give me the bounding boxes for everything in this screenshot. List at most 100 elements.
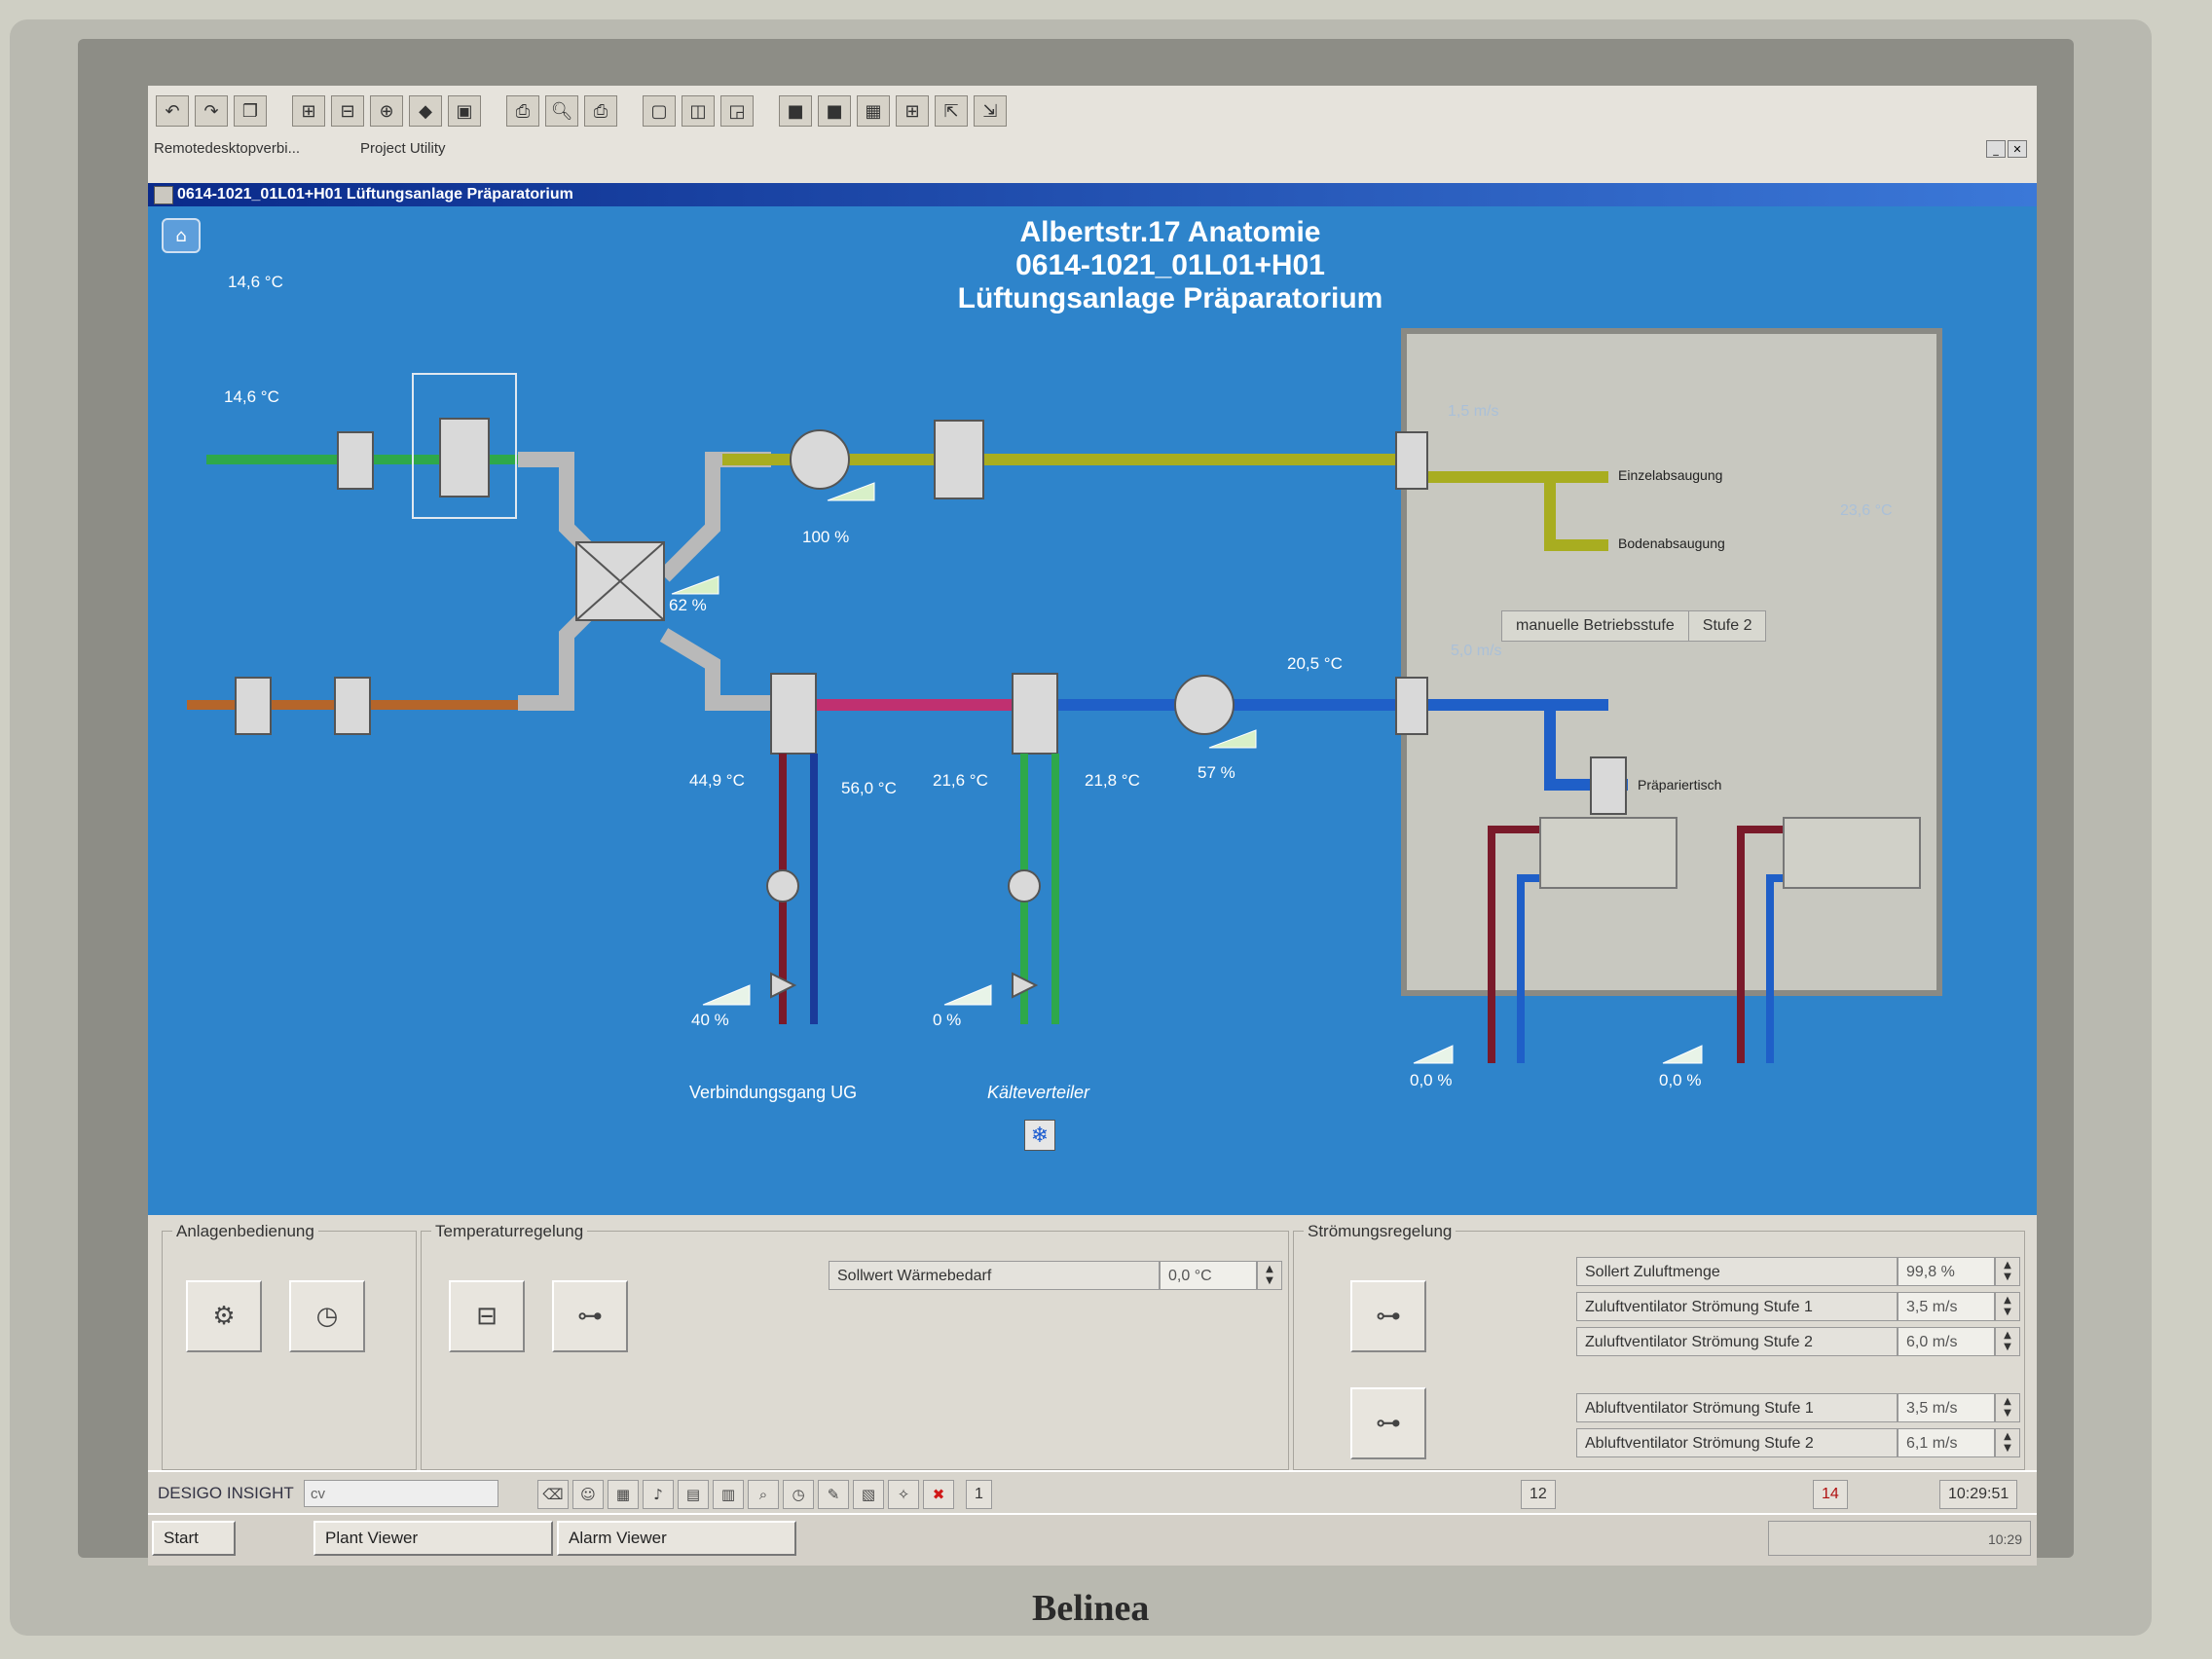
book-icon[interactable]: ▥ [713, 1480, 744, 1509]
clock-icon[interactable]: ◷ [783, 1480, 814, 1509]
tray-clock[interactable]: 10:29 [1988, 1531, 2022, 1547]
flow-control-button-1[interactable]: ⊶ [1350, 1280, 1426, 1352]
window-system-icon[interactable] [154, 186, 173, 204]
forward-icon[interactable]: ↷ [195, 95, 228, 127]
heater-valve-pct[interactable]: 40 % [691, 1011, 729, 1030]
trash-icon[interactable]: ⌫ [537, 1480, 569, 1509]
group3-title: Strömungsregelung [1304, 1222, 1456, 1241]
supply-flow[interactable]: 5,0 m/s [1451, 643, 1501, 660]
cooler-out-temp[interactable]: 21,8 °C [1085, 771, 1140, 791]
radiator-1 [1539, 817, 1677, 889]
wizard-icon[interactable]: ✧ [888, 1480, 919, 1509]
radiator-valve-2[interactable]: 0,0 % [1659, 1071, 1701, 1090]
flow-row-spinner[interactable]: ▲ ▼ [1995, 1257, 2020, 1286]
search-icon[interactable]: ⌕ [748, 1480, 779, 1509]
block-icon[interactable]: ■ [779, 95, 812, 127]
flow-row-value[interactable]: 6,0 m/s [1898, 1327, 1995, 1356]
calendar-icon[interactable]: ▦ [608, 1480, 639, 1509]
close-icon[interactable]: ✕ [2008, 140, 2027, 158]
temp-control-button[interactable]: ⊶ [552, 1280, 628, 1352]
count-14[interactable]: 14 [1813, 1480, 1848, 1509]
exhaust-room-damper [1395, 431, 1428, 490]
flow-row-value[interactable]: 99,8 % [1898, 1257, 1995, 1286]
count-12[interactable]: 12 [1521, 1480, 1556, 1509]
flow-row-value[interactable]: 3,5 m/s [1898, 1292, 1995, 1321]
exhaust-fan-pct[interactable]: 100 % [802, 528, 849, 547]
mode-label: manuelle Betriebsstufe [1502, 611, 1689, 641]
operating-mode[interactable]: manuelle Betriebsstufe Stufe 2 [1501, 610, 1767, 642]
radiator-2 [1783, 817, 1921, 889]
window-title: 0614-1021_01L01+H01 Lüftungsanlage Präpa… [177, 186, 573, 203]
cooler-in-temp[interactable]: 21,6 °C [933, 771, 988, 791]
fresh-air-filter-2 [439, 418, 490, 498]
lock-icon[interactable]: ▣ [448, 95, 481, 127]
network-icon[interactable]: ⊟ [331, 95, 364, 127]
tools-icon[interactable]: ✎ [818, 1480, 849, 1509]
user-icon[interactable]: ☺ [572, 1480, 604, 1509]
outside-temp[interactable]: 14,6 °C [228, 273, 283, 292]
flow-row-2: Zuluftventilator Strömung Stufe 2 6,0 m/… [1576, 1327, 2020, 1356]
mode-value[interactable]: Stufe 2 [1689, 611, 1766, 641]
target-icon[interactable]: ⊕ [370, 95, 403, 127]
setpoint-heat-spinner[interactable]: ▲ ▼ [1257, 1261, 1282, 1290]
alarm-error-icon[interactable]: ✖ [923, 1480, 954, 1509]
temp-setpoint-button[interactable]: ⊟ [449, 1280, 525, 1352]
copy-icon[interactable]: ❐ [234, 95, 267, 127]
toolbar-label-project[interactable]: Project Utility [360, 140, 446, 157]
flow-row-spinner[interactable]: ▲ ▼ [1995, 1393, 2020, 1422]
supply-temp[interactable]: 20,5 °C [1287, 654, 1343, 674]
report-icon[interactable]: ▧ [853, 1480, 884, 1509]
export-icon[interactable]: ⇱ [935, 95, 968, 127]
minimize-icon[interactable]: _ [1986, 140, 2006, 158]
flow-control-button-2[interactable]: ⊶ [1350, 1387, 1426, 1459]
heater-out-temp[interactable]: 56,0 °C [841, 779, 897, 798]
exhaust-fan-filter [934, 420, 984, 499]
command-input[interactable]: cv [304, 1480, 498, 1507]
heat-recovery-pct[interactable]: 62 % [669, 596, 707, 615]
flow-row-spinner[interactable]: ▲ ▼ [1995, 1292, 2020, 1321]
chart-icon[interactable]: ▤ [678, 1480, 709, 1509]
printer-icon[interactable]: ⎙ [584, 95, 617, 127]
plant-on-button[interactable]: ⚙ [186, 1280, 262, 1352]
plant-window-titlebar: 0614-1021_01L01+H01 Lüftungsanlage Präpa… [148, 183, 2037, 206]
cooler-valve-wedge [943, 984, 992, 1006]
window-icon[interactable]: ▢ [643, 95, 676, 127]
cooler-valve-pct[interactable]: 0 % [933, 1011, 961, 1030]
fresh-air-temp[interactable]: 14,6 °C [224, 387, 279, 407]
start-button[interactable]: Start [152, 1521, 236, 1556]
block2-icon[interactable]: ■ [818, 95, 851, 127]
exhaust-flow[interactable]: 1,5 m/s [1448, 403, 1498, 421]
shape-icon[interactable]: ◆ [409, 95, 442, 127]
flow-row-value[interactable]: 6,1 m/s [1898, 1428, 1995, 1457]
flow-row-spinner[interactable]: ▲ ▼ [1995, 1428, 2020, 1457]
screen: ↶ ↷ ❐ ⊞ ⊟ ⊕ ◆ ▣ ⎙ 🔍︎ ⎙ ▢ ◫ ◲ ■ ■ ▦ ⊞ ⇱ ⇲… [148, 86, 2037, 1566]
import-icon[interactable]: ⇲ [974, 95, 1007, 127]
radiator-valve-1[interactable]: 0,0 % [1410, 1071, 1452, 1090]
preview-icon[interactable]: 🔍︎ [545, 95, 578, 127]
bell-icon[interactable]: ♪ [643, 1480, 674, 1509]
cascade-icon[interactable]: ◲ [720, 95, 754, 127]
alarm-count[interactable]: 1 [966, 1480, 992, 1509]
back-icon[interactable]: ↶ [156, 95, 189, 127]
clock-button[interactable]: ◷ [289, 1280, 365, 1352]
layout-icon[interactable]: ⊞ [896, 95, 929, 127]
task-plant-viewer[interactable]: Plant Viewer [313, 1521, 553, 1556]
cooler-pump [1008, 869, 1041, 903]
toolbar-label-remote[interactable]: Remotedesktopverbi... [154, 140, 300, 157]
split-icon[interactable]: ◫ [682, 95, 715, 127]
flow-row-value[interactable]: 3,5 m/s [1898, 1393, 1995, 1422]
plant-home-icon[interactable]: ⌂ [162, 218, 201, 253]
setpoint-heat-value[interactable]: 0,0 °C [1160, 1261, 1257, 1290]
tree-icon[interactable]: ⊞ [292, 95, 325, 127]
stack-icon[interactable]: ▦ [857, 95, 890, 127]
snowflake-icon[interactable]: ❄ [1024, 1120, 1055, 1151]
task-alarm-viewer[interactable]: Alarm Viewer [557, 1521, 796, 1556]
supply-fan-pct[interactable]: 57 % [1198, 763, 1235, 783]
room-temp[interactable]: 23,6 °C [1840, 502, 1893, 520]
heater-in-temp[interactable]: 44,9 °C [689, 771, 745, 791]
exhaust-filter [334, 677, 371, 735]
flow-row-spinner[interactable]: ▲ ▼ [1995, 1327, 2020, 1356]
plant-diagram: ⌂ Albertstr.17 Anatomie 0614-1021_01L01+… [148, 206, 2037, 1224]
flow-row-0: Sollert Zuluftmenge 99,8 % ▲ ▼ [1576, 1257, 2020, 1286]
print-icon[interactable]: ⎙ [506, 95, 539, 127]
